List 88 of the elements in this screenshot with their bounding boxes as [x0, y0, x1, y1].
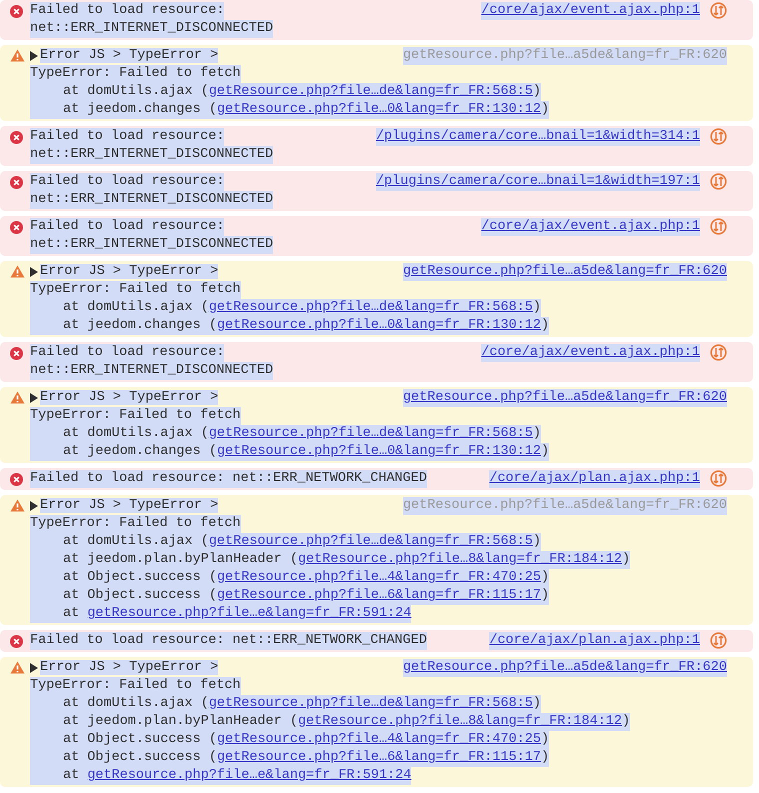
message-text: Failed to load resource: [30, 218, 224, 236]
network-request-icon[interactable] [710, 344, 727, 361]
expand-triangle-icon[interactable] [30, 393, 38, 403]
stack-frame: at jeedom.plan.byPlanHeader (getResource.php?file…8&lang=fr_FR:184:12) [30, 713, 630, 731]
message-text: TypeError: Failed to fetch [30, 515, 241, 533]
source-link[interactable]: /core/ajax/event.ajax.php:1 [481, 2, 700, 20]
source-link[interactable]: /plugins/camera/core…bnail=1&width=197:1 [376, 173, 700, 191]
stack-link[interactable]: getResource.php?file…8&lang=fr_FR:184:12 [298, 714, 622, 729]
message-text: net::ERR_INTERNET_DISCONNECTED [30, 146, 274, 164]
stack-link[interactable]: getResource.php?file…0&lang=fr_FR:130:12 [216, 444, 541, 459]
stack-frame: at Object.success (getResource.php?file…6&lang=fr_FR:115:17) [30, 587, 550, 605]
stack-link[interactable]: getResource.php?file…de&lang=fr_FR:568:5 [208, 300, 533, 315]
stack-frame: at domUtils.ajax (getResource.php?file…de&lang=fr_FR:568:5) [30, 425, 541, 443]
stack-frame: at domUtils.ajax (getResource.php?file…de&lang=fr_FR:568:5) [30, 299, 541, 317]
stack-link[interactable]: getResource.php?file…de&lang=fr_FR:568:5 [208, 534, 533, 549]
message-text: TypeError: Failed to fetch [30, 65, 241, 83]
expand-triangle-icon[interactable] [30, 51, 38, 61]
message-text: net::ERR_INTERNET_DISCONNECTED [30, 20, 274, 38]
source-link[interactable]: getResource.php?file…a5de&lang=fr_FR:620 [402, 263, 727, 281]
message-text: TypeError: Failed to fetch [30, 407, 241, 425]
message-text: Failed to load resource: [30, 344, 224, 362]
message-text: TypeError: Failed to fetch [30, 677, 241, 695]
network-request-icon[interactable] [710, 128, 727, 145]
source-link[interactable]: /core/ajax/plan.ajax.php:1 [489, 470, 700, 488]
message-text: net::ERR_INTERNET_DISCONNECTED [30, 236, 274, 254]
message-text: net::ERR_INTERNET_DISCONNECTED [30, 191, 274, 209]
stack-frame: at jeedom.changes (getResource.php?file…0&lang=fr_FR:130:12) [30, 317, 550, 335]
stack-link[interactable]: getResource.php?file…de&lang=fr_FR:568:5 [208, 84, 533, 99]
stack-link[interactable]: getResource.php?file…6&lang=fr_FR:115:17 [216, 588, 541, 603]
message-text: net::ERR_INTERNET_DISCONNECTED [30, 362, 274, 380]
source-link[interactable]: /core/ajax/event.ajax.php:1 [481, 344, 700, 362]
warning-icon [10, 391, 25, 404]
source-link[interactable]: getResource.php?file…a5de&lang=fr_FR:620 [402, 389, 727, 407]
stack-frame: at getResource.php?file…e&lang=fr_FR:591:24 [30, 605, 412, 623]
network-request-icon[interactable] [710, 218, 727, 235]
error-icon [10, 221, 23, 234]
stack-link[interactable]: getResource.php?file…e&lang=fr_FR:591:24 [87, 768, 412, 783]
stack-frame: at domUtils.ajax (getResource.php?file…de&lang=fr_FR:568:5) [30, 533, 541, 551]
message-text: Failed to load resource: [30, 128, 224, 146]
stack-frame: at Object.success (getResource.php?file…6&lang=fr_FR:115:17) [30, 749, 550, 767]
stack-link[interactable]: getResource.php?file…0&lang=fr_FR:130:12 [216, 318, 541, 333]
stack-link[interactable]: getResource.php?file…de&lang=fr_FR:568:5 [208, 696, 533, 711]
message-text: Failed to load resource: [30, 173, 224, 191]
error-icon [10, 176, 23, 189]
message-text: TypeError: Failed to fetch [30, 281, 241, 299]
message-summary[interactable]: Error JS > TypeError > [40, 48, 218, 63]
stack-link[interactable]: getResource.php?file…0&lang=fr_FR:130:12 [216, 102, 541, 117]
error-icon [10, 5, 23, 18]
network-request-icon[interactable] [710, 470, 727, 487]
source-link[interactable]: /core/ajax/plan.ajax.php:1 [489, 632, 700, 650]
message-summary[interactable]: Error JS > TypeError > [40, 390, 218, 405]
message-summary[interactable]: Error JS > TypeError > [40, 660, 218, 675]
stack-link[interactable]: getResource.php?file…8&lang=fr_FR:184:12 [298, 552, 622, 567]
network-request-icon[interactable] [710, 632, 727, 649]
stack-frame: at Object.success (getResource.php?file…4&lang=fr_FR:470:25) [30, 731, 550, 749]
source-link[interactable]: /core/ajax/event.ajax.php:1 [481, 218, 700, 236]
stack-link[interactable]: getResource.php?file…de&lang=fr_FR:568:5 [208, 426, 533, 441]
message-text: Failed to load resource: net::ERR_NETWORK_CHANGED [30, 632, 427, 650]
stack-frame: at getResource.php?file…e&lang=fr_FR:591:24 [30, 767, 412, 785]
message-summary[interactable]: Error JS > TypeError > [40, 498, 218, 513]
stack-link[interactable]: getResource.php?file…6&lang=fr_FR:115:17 [216, 750, 541, 765]
stack-frame: at jeedom.changes (getResource.php?file…0&lang=fr_FR:130:12) [30, 101, 550, 119]
stack-link[interactable]: getResource.php?file…4&lang=fr_FR:470:25 [216, 570, 541, 585]
error-icon [10, 473, 23, 486]
warning-icon [10, 49, 25, 62]
error-icon [10, 131, 23, 144]
message-text: Failed to load resource: net::ERR_NETWORK_CHANGED [30, 470, 427, 488]
warning-icon [10, 499, 25, 512]
expand-triangle-icon[interactable] [30, 501, 38, 511]
message-text: Failed to load resource: [30, 2, 224, 20]
warning-icon [10, 265, 25, 278]
stack-link[interactable]: getResource.php?file…4&lang=fr_FR:470:25 [216, 732, 541, 747]
network-request-icon[interactable] [710, 2, 727, 19]
stack-frame: at domUtils.ajax (getResource.php?file…de&lang=fr_FR:568:5) [30, 83, 541, 101]
source-link[interactable]: /plugins/camera/core…bnail=1&width=314:1 [376, 128, 700, 146]
stack-frame: at jeedom.plan.byPlanHeader (getResource.php?file…8&lang=fr_FR:184:12) [30, 551, 630, 569]
error-icon [10, 635, 23, 648]
message-summary[interactable]: Error JS > TypeError > [40, 264, 218, 279]
stack-frame: at Object.success (getResource.php?file…4&lang=fr_FR:470:25) [30, 569, 550, 587]
stack-link[interactable]: getResource.php?file…e&lang=fr_FR:591:24 [87, 606, 412, 621]
network-request-icon[interactable] [710, 173, 727, 190]
expand-triangle-icon[interactable] [30, 663, 38, 673]
error-icon [10, 347, 23, 360]
stack-frame: at domUtils.ajax (getResource.php?file…de&lang=fr_FR:568:5) [30, 695, 541, 713]
source-link[interactable]: getResource.php?file…a5de&lang=fr_FR:620 [402, 659, 727, 677]
warning-icon [10, 661, 25, 674]
stack-frame: at jeedom.changes (getResource.php?file…0&lang=fr_FR:130:12) [30, 443, 550, 461]
expand-triangle-icon[interactable] [30, 267, 38, 277]
